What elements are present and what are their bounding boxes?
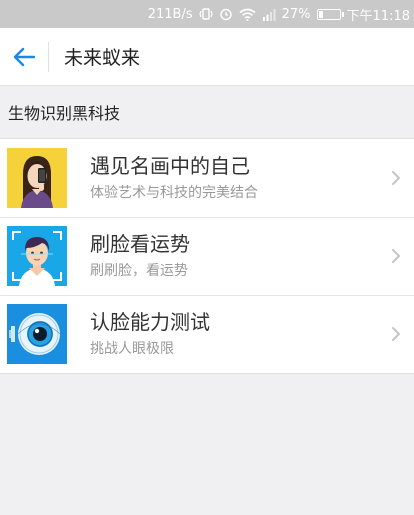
status-bar: 211B/s 27% 下午11:18 — [0, 0, 414, 28]
item-title: 遇见名画中的自己 — [90, 154, 250, 178]
face-scan-icon — [7, 226, 67, 286]
list-item-portrait[interactable]: 遇见名画中的自己 体验艺术与科技的完美结合 — [0, 139, 414, 217]
nav-bar: 未来蚁来 — [0, 28, 414, 86]
item-subtitle: 挑战人眼极限 — [90, 341, 174, 357]
portrait-painting-icon — [7, 148, 67, 208]
chevron-right-icon — [384, 248, 408, 264]
alarm-icon — [219, 7, 233, 21]
battery-level — [318, 10, 324, 18]
section-header: 生物识别黑科技 — [8, 104, 121, 123]
network-speed: 211B/s — [147, 6, 193, 22]
wifi-icon — [239, 8, 256, 21]
page-title: 未来蚁来 — [64, 47, 141, 69]
eye-icon — [7, 304, 67, 364]
back-button[interactable] — [0, 28, 48, 86]
signal-icon — [262, 8, 276, 21]
battery-percent: 27% — [281, 6, 311, 22]
chevron-right-icon — [384, 326, 408, 342]
battery-icon — [316, 8, 344, 20]
list-item-fortune[interactable]: 刷脸看运势 刷刷脸，看运势 — [0, 217, 414, 295]
feature-list: 遇见名画中的自己 体验艺术与科技的完美结合 刷脸看运势 刷刷脸，看运势 认脸能力… — [0, 138, 414, 374]
item-subtitle: 刷刷脸，看运势 — [90, 263, 188, 279]
chevron-right-icon — [384, 170, 408, 186]
item-subtitle: 体验艺术与科技的完美结合 — [90, 185, 258, 201]
list-item-face-test[interactable]: 认脸能力测试 挑战人眼极限 — [0, 295, 414, 373]
nav-divider — [48, 41, 49, 72]
item-title: 认脸能力测试 — [90, 310, 210, 334]
item-title: 刷脸看运势 — [90, 232, 190, 256]
vibrate-icon — [198, 7, 213, 21]
back-arrow-icon — [13, 47, 35, 66]
clock: 下午11:18 — [346, 8, 410, 24]
